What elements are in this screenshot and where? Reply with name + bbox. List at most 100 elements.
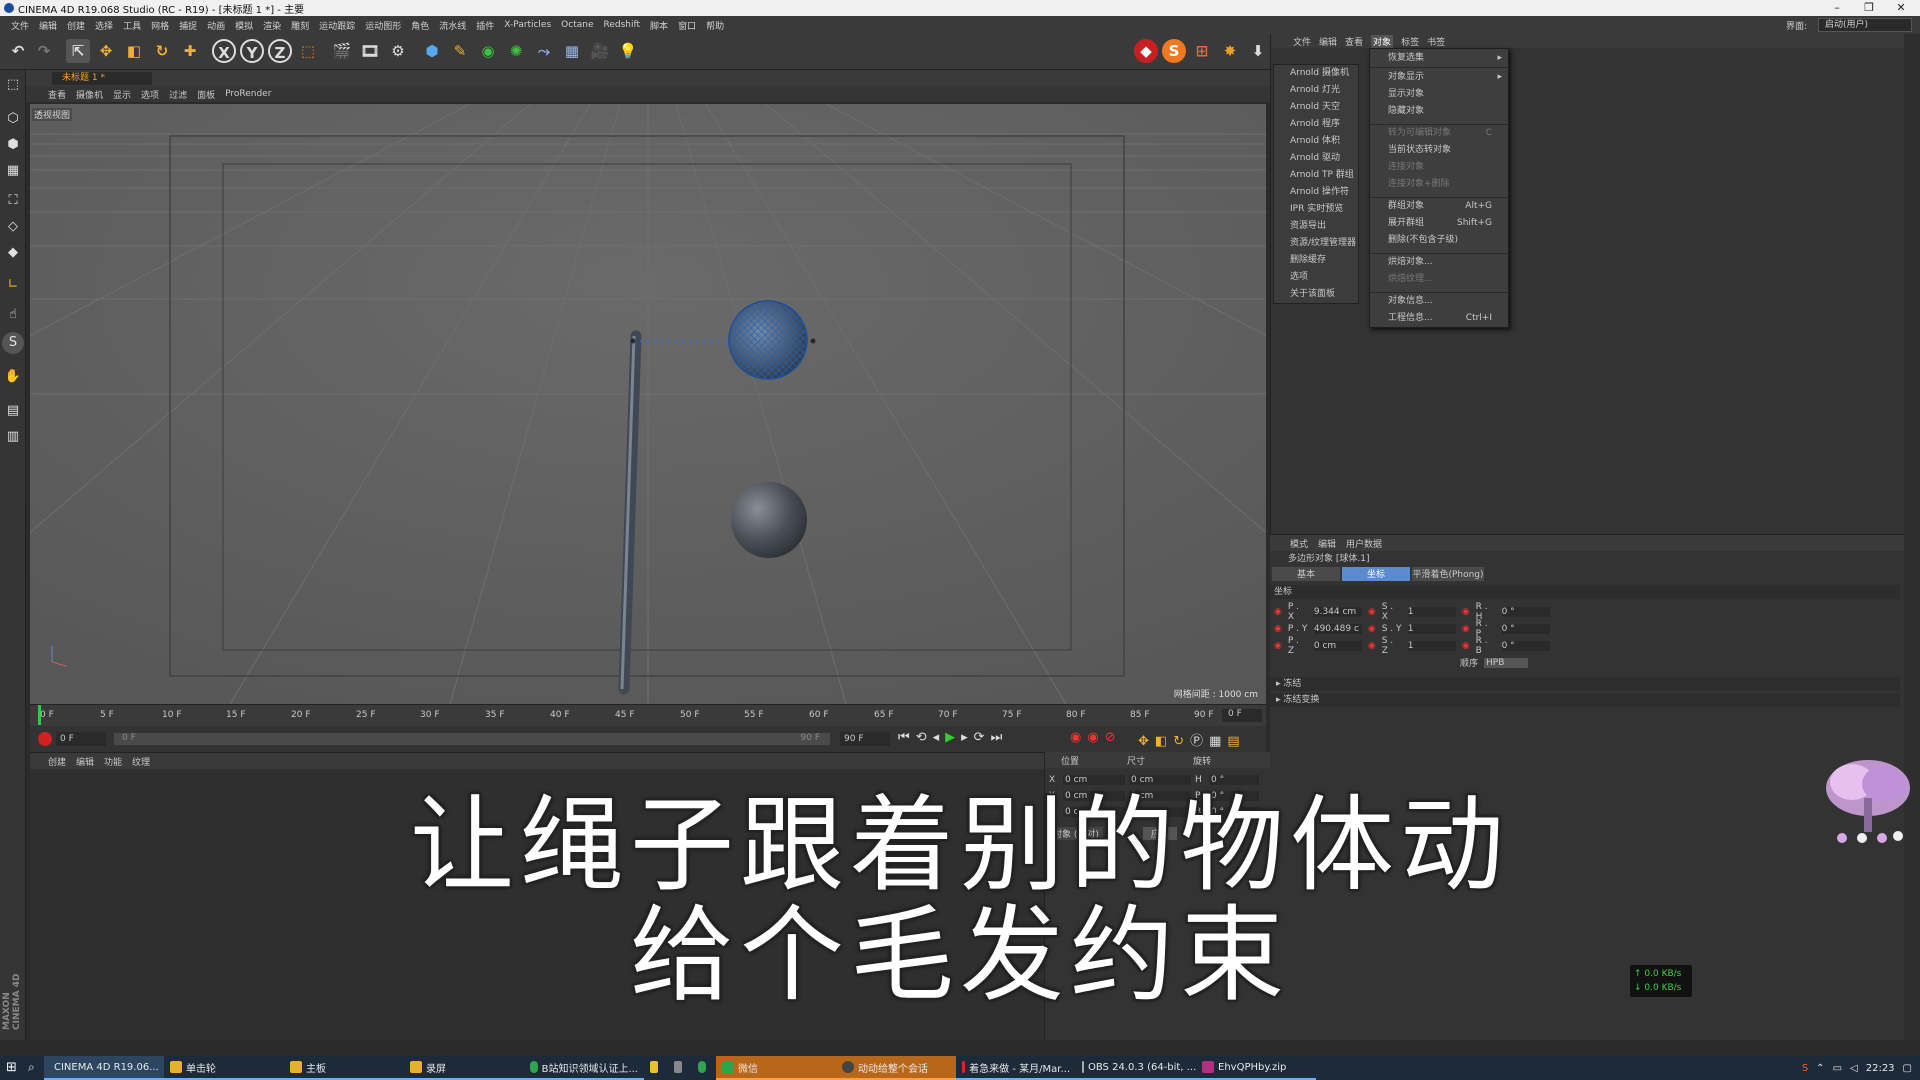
- goto-start-icon[interactable]: ⏮: [898, 730, 916, 745]
- plugin-red-icon[interactable]: ◆: [1134, 39, 1158, 63]
- om-tab-objects[interactable]: 对象: [1371, 34, 1394, 48]
- floor-scene-icon[interactable]: ▦: [560, 39, 584, 63]
- maximize-button[interactable]: ❐: [1854, 0, 1884, 16]
- om-tab-bookmarks[interactable]: 书签: [1427, 35, 1445, 48]
- volume-icon[interactable]: ◁: [1850, 1063, 1858, 1074]
- attr-freeze-section[interactable]: ▸ 冻结: [1270, 677, 1900, 691]
- polygons-mode-icon[interactable]: ◆: [2, 242, 24, 264]
- om-tab-file[interactable]: 文件: [1293, 35, 1311, 48]
- attr-rot-h[interactable]: 0 °: [1501, 606, 1550, 617]
- arnold-asset-export-item[interactable]: 资源导出: [1274, 218, 1358, 235]
- arnold-tp-group-item[interactable]: Arnold TP 群组: [1274, 167, 1358, 184]
- key-selection-icon[interactable]: ⊘: [1105, 730, 1122, 745]
- next-key-icon[interactable]: ⟳: [974, 730, 991, 745]
- taskbar-item-chat[interactable]: 动动给整个会话: [836, 1056, 956, 1080]
- play-icon[interactable]: ▶: [945, 730, 961, 745]
- attr-freeze-transform-section[interactable]: ▸ 冻结变换: [1270, 693, 1900, 707]
- menu-render[interactable]: 渲染: [258, 19, 286, 32]
- ctx-hide-object[interactable]: 隐藏对象: [1370, 103, 1508, 120]
- scale-tool-icon[interactable]: ◧: [122, 39, 146, 63]
- texture-mode-icon[interactable]: ⬢: [2, 134, 24, 156]
- taskbar-item-c4d[interactable]: CINEMA 4D R19.06...: [44, 1056, 164, 1080]
- vp-menu-options[interactable]: 选项: [141, 88, 159, 101]
- menu-tools[interactable]: 工具: [118, 19, 146, 32]
- menu-script[interactable]: 脚本: [645, 19, 673, 32]
- arnold-camera-item[interactable]: Arnold 摄像机: [1274, 65, 1358, 82]
- next-frame-icon[interactable]: ▸: [961, 730, 974, 745]
- taskbar-item-music[interactable]: 着急来做 - 某月/Mar...: [956, 1056, 1076, 1080]
- key-rotation-icon[interactable]: ↻: [1173, 734, 1190, 749]
- menu-octane[interactable]: Octane: [556, 20, 598, 30]
- keyframe-dot-icon[interactable]: ◉: [1368, 641, 1376, 651]
- ctx-expand-group[interactable]: 展开群组 Shift+G: [1370, 215, 1508, 232]
- taskbar-item-folder-1[interactable]: 单击轮: [164, 1056, 284, 1080]
- axis-mode-icon[interactable]: ∟: [2, 274, 24, 296]
- menu-motion-tracking[interactable]: 运动跟踪: [314, 19, 360, 32]
- timeline-window-icon[interactable]: ▤: [1227, 734, 1245, 749]
- menu-pipeline[interactable]: 流水线: [434, 19, 471, 32]
- arnold-volume-item[interactable]: Arnold 体积: [1274, 133, 1358, 150]
- key-param-icon[interactable]: Ⓟ: [1190, 734, 1209, 749]
- arnold-light-item[interactable]: Arnold 灯光: [1274, 82, 1358, 99]
- attr-pos-z[interactable]: 0 cm: [1313, 640, 1362, 651]
- arnold-operator-item[interactable]: Arnold 操作符: [1274, 184, 1358, 201]
- ctx-delete-without-children[interactable]: 删除(不包含子级): [1370, 232, 1508, 249]
- plugin-star-icon[interactable]: ✸: [1218, 39, 1242, 63]
- network-icon[interactable]: ▭: [1833, 1063, 1842, 1074]
- key-scale-icon[interactable]: ◧: [1155, 734, 1173, 749]
- arnold-ipr-item[interactable]: IPR 实时预览: [1274, 201, 1358, 218]
- ctx-connect-delete[interactable]: 连接对象+删除: [1370, 176, 1508, 193]
- coordinate-system-icon[interactable]: ⬚: [296, 39, 320, 63]
- menu-mesh[interactable]: 网格: [146, 19, 174, 32]
- key-pla-icon[interactable]: ▦: [1209, 734, 1227, 749]
- z-axis-lock-icon[interactable]: Z: [268, 39, 292, 63]
- ctx-object-info[interactable]: 对象信息...: [1370, 293, 1508, 310]
- om-tab-view[interactable]: 查看: [1345, 35, 1363, 48]
- range-slider[interactable]: 0 F 90 F: [114, 733, 830, 745]
- ctx-show-object[interactable]: 显示对象: [1370, 86, 1508, 103]
- taskbar-item-obs[interactable]: OBS 24.0.3 (64-bit, ...: [1076, 1056, 1196, 1080]
- ctx-restore-selection[interactable]: 恢复选集 ▸: [1370, 49, 1508, 67]
- record-icon[interactable]: [38, 732, 52, 746]
- attr-scale-z[interactable]: 1: [1407, 640, 1456, 651]
- ctx-connect-objects[interactable]: 连接对象: [1370, 159, 1508, 176]
- keyframe-dot-icon[interactable]: ◉: [1462, 624, 1470, 634]
- taskbar-item-folder-3[interactable]: 录屏: [404, 1056, 524, 1080]
- ctx-group-objects[interactable]: 群组对象 Alt+G: [1370, 198, 1508, 215]
- arnold-options-item[interactable]: 选项: [1274, 269, 1358, 286]
- soft-selection-icon[interactable]: ✋: [2, 366, 24, 388]
- array-generator-icon[interactable]: ✺: [504, 39, 528, 63]
- select-tool-icon[interactable]: ⇱: [66, 39, 90, 63]
- snap-icon[interactable]: S: [2, 332, 24, 354]
- menu-simulate[interactable]: 模拟: [230, 19, 258, 32]
- menu-select[interactable]: 选择: [90, 19, 118, 32]
- end-frame-field[interactable]: 90 F: [840, 732, 890, 746]
- tweak-mode-icon[interactable]: ☝: [2, 304, 24, 326]
- layout-select[interactable]: 启动(用户): [1818, 18, 1912, 32]
- menu-plugins[interactable]: 插件: [471, 19, 499, 32]
- render-settings-icon[interactable]: ⚙: [386, 39, 410, 63]
- taskbar-pin-calendar[interactable]: [668, 1056, 692, 1080]
- attr-tab-mode[interactable]: 模式: [1290, 537, 1308, 550]
- start-frame-field[interactable]: 0 F: [56, 732, 106, 746]
- keyframe-dot-icon[interactable]: ◉: [1462, 607, 1470, 617]
- keyframe-dot-icon[interactable]: ◉: [1274, 641, 1282, 651]
- timeline-ruler[interactable]: 0 F 5 F 10 F 15 F 20 F 25 F 30 F 35 F 40…: [30, 704, 1266, 726]
- arnold-sky-item[interactable]: Arnold 天空: [1274, 99, 1358, 116]
- planar-workplane-icon[interactable]: ▥: [2, 426, 24, 448]
- ctx-bake-object[interactable]: 烘焙对象...: [1370, 254, 1508, 271]
- menu-redshift[interactable]: Redshift: [599, 20, 646, 30]
- vp-menu-filter[interactable]: 过滤: [169, 88, 187, 101]
- taskbar-item-wechat[interactable]: 微信: [716, 1056, 836, 1080]
- menu-xparticles[interactable]: X-Particles: [499, 20, 556, 30]
- notification-icon[interactable]: ▢: [1903, 1063, 1912, 1074]
- attr-order-select[interactable]: HPB: [1484, 657, 1529, 668]
- keyframe-dot-icon[interactable]: ◉: [1368, 607, 1376, 617]
- taskbar-pin-explorer[interactable]: [644, 1056, 668, 1080]
- menu-character[interactable]: 角色: [406, 19, 434, 32]
- attr-subtab-coord[interactable]: 坐标: [1342, 567, 1410, 581]
- vp-menu-display[interactable]: 显示: [113, 88, 131, 101]
- clock[interactable]: 22:23: [1866, 1063, 1895, 1074]
- camera-icon[interactable]: 🎥: [588, 39, 612, 63]
- spline-pen-icon[interactable]: ✎: [448, 39, 472, 63]
